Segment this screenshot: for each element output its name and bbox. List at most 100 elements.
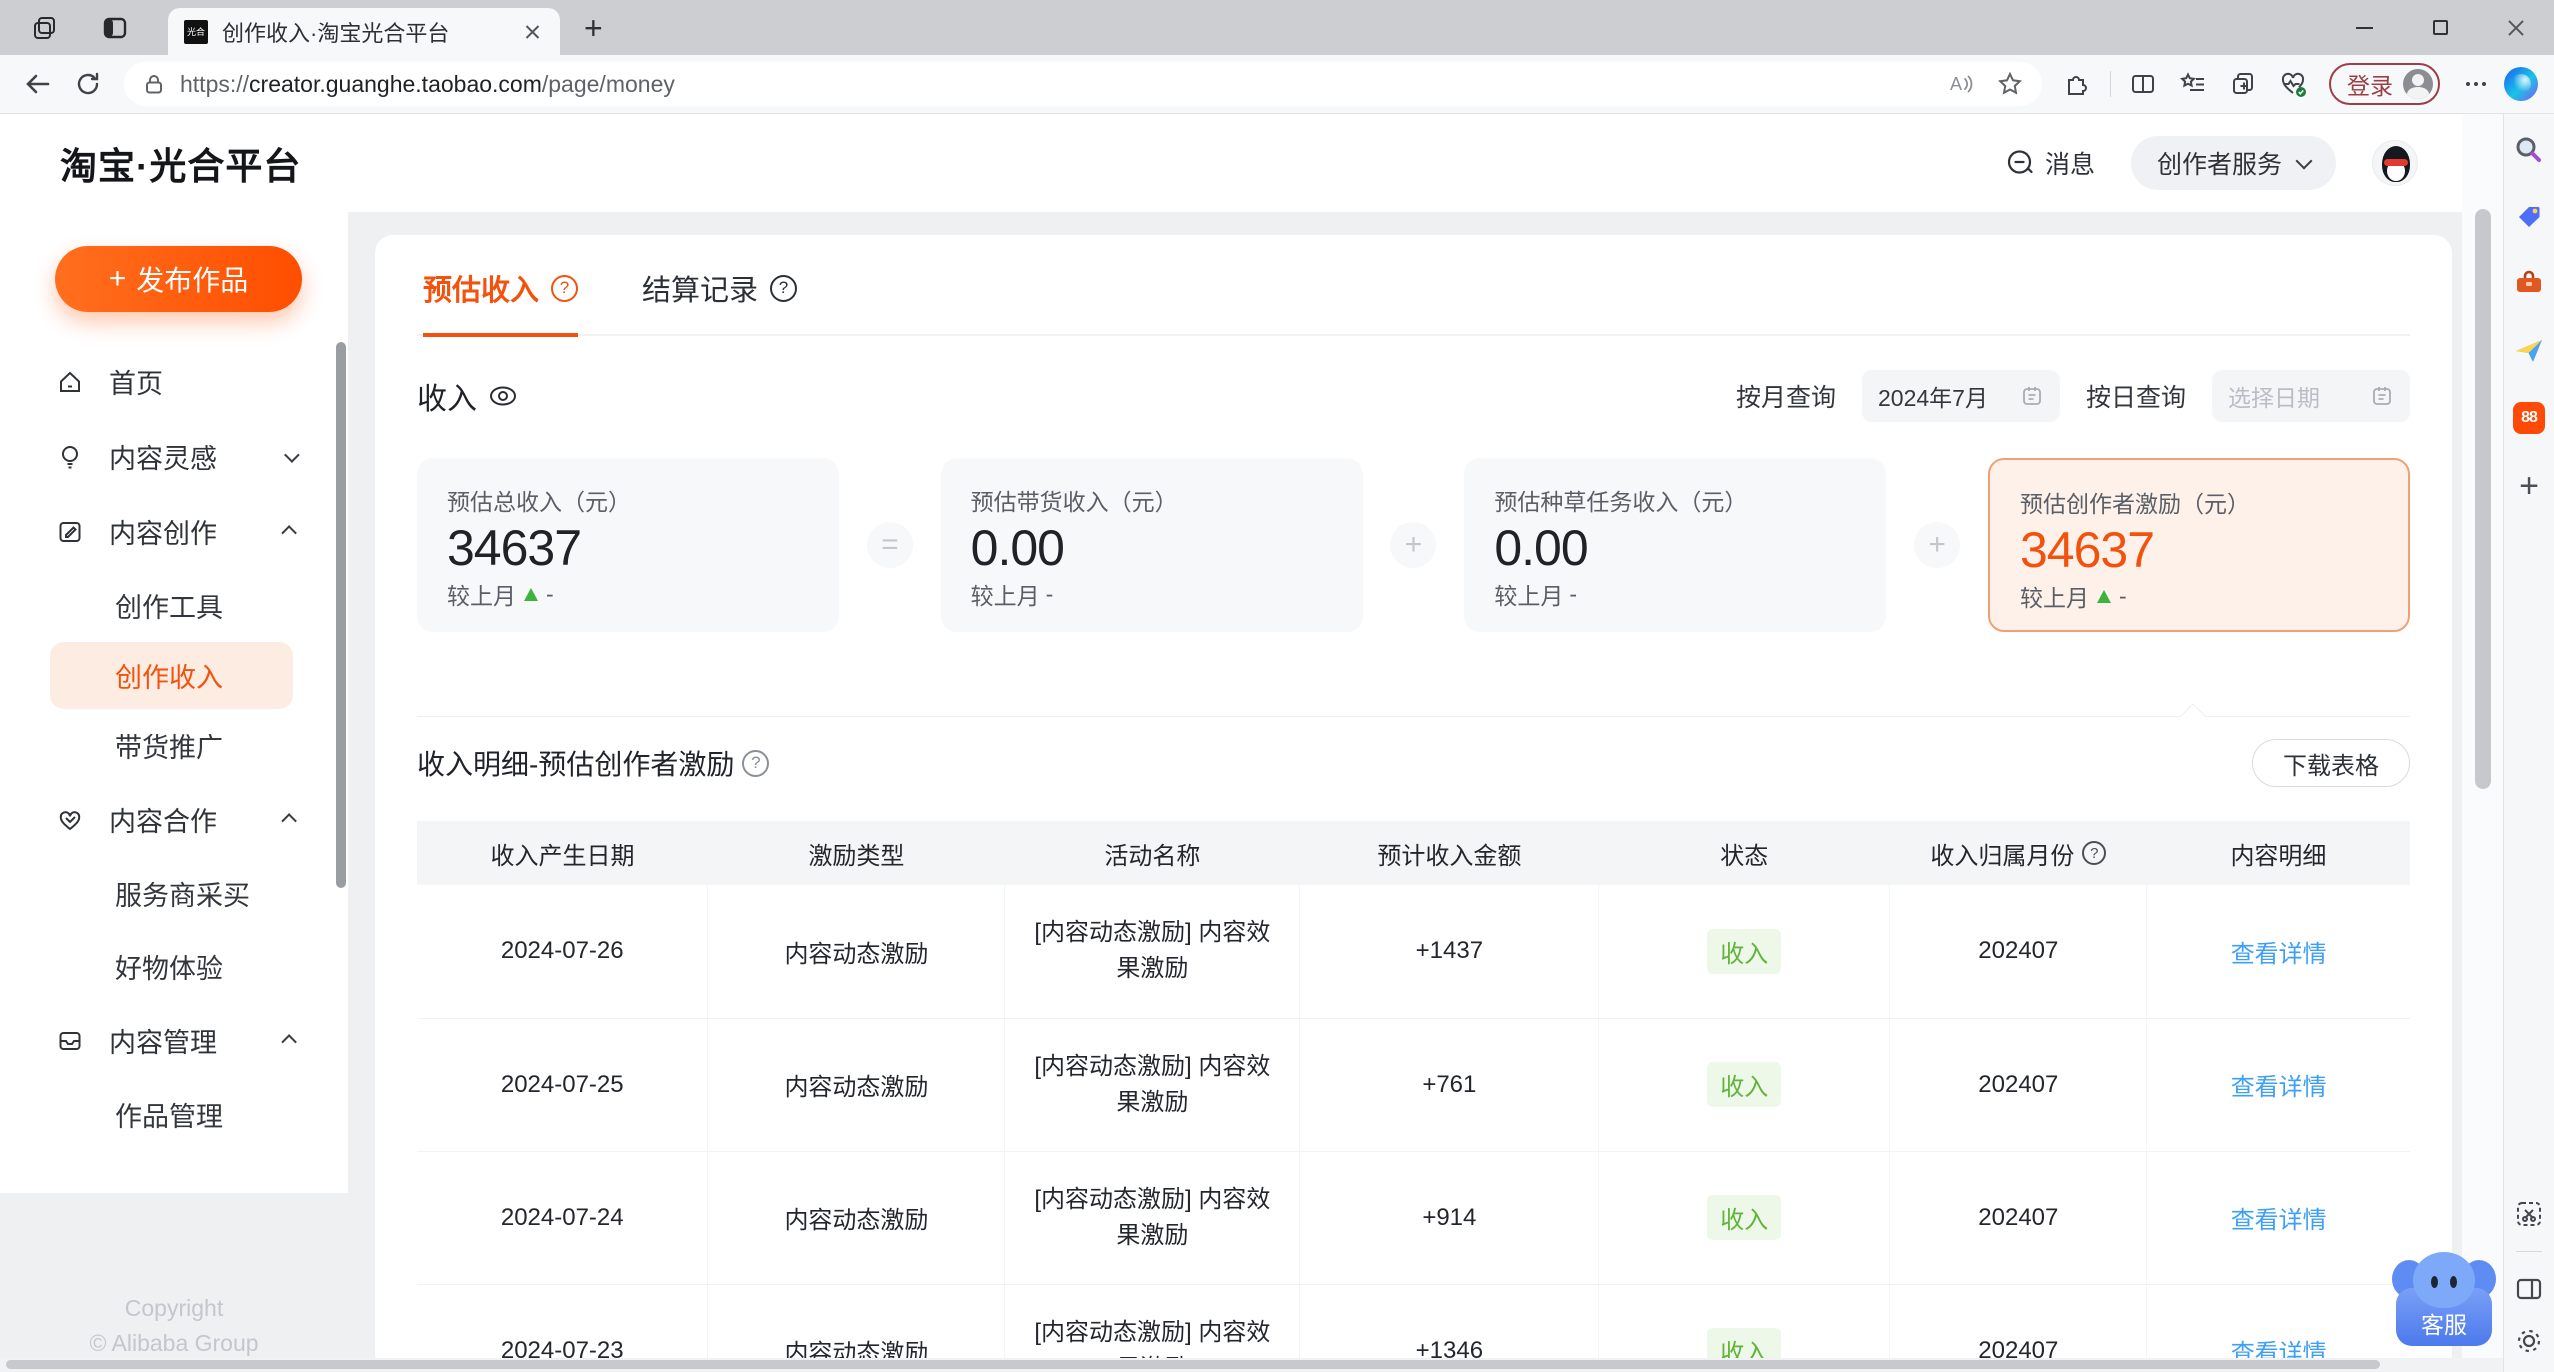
sidebar-item-works-management[interactable]: 作品管理 bbox=[0, 1078, 348, 1151]
stat-card-total-income[interactable]: 预估总收入（元） 34637 较上月 - bbox=[417, 458, 839, 632]
view-details-link[interactable]: 查看详情 bbox=[2231, 1074, 2327, 1101]
page-scrollbar-thumb[interactable] bbox=[2475, 209, 2491, 789]
profile-avatar-icon bbox=[2403, 69, 2433, 99]
search-icon[interactable] bbox=[2513, 134, 2545, 166]
stat-cards: 预估总收入（元） 34637 较上月 - = 预估带货收入（元） 0.00 较上月… bbox=[417, 458, 2410, 632]
sidebar-item-creation-income[interactable]: 创作收入 bbox=[50, 642, 293, 709]
stat-card-creator-incentive[interactable]: 预估创作者激励（元） 34637 较上月 - bbox=[1987, 458, 2410, 632]
plus-operator: + bbox=[1914, 522, 1961, 568]
sidebar-item-goods-promotion[interactable]: 带货推广 bbox=[0, 709, 348, 782]
workspaces-icon[interactable] bbox=[32, 15, 58, 41]
back-icon[interactable] bbox=[16, 62, 60, 106]
day-query-label: 按日查询 bbox=[2085, 384, 2186, 412]
sidebar-scrollbar[interactable] bbox=[336, 342, 346, 888]
more-menu-icon[interactable] bbox=[2454, 62, 2498, 106]
horizontal-scrollbar-thumb[interactable] bbox=[6, 1360, 2380, 1369]
help-icon[interactable]: ? bbox=[551, 274, 579, 302]
browser-login-button[interactable]: 登录 bbox=[2329, 63, 2440, 105]
home-icon bbox=[55, 367, 85, 397]
shopping-tag-icon[interactable] bbox=[2513, 201, 2545, 233]
sidebar-item-creation-tools[interactable]: 创作工具 bbox=[0, 569, 348, 642]
window-minimize-button[interactable] bbox=[2326, 0, 2402, 55]
help-icon[interactable]: ? bbox=[770, 274, 798, 302]
plus-operator: + bbox=[1390, 522, 1437, 568]
split-panel-icon[interactable] bbox=[2514, 1274, 2544, 1304]
kuaishou-icon[interactable]: 88 bbox=[2513, 402, 2545, 434]
sidebar-item-inspiration[interactable]: 内容灵感 bbox=[0, 419, 348, 494]
sidebar: + 发布作品 首页 内容灵感 内容创作 创作工具 创作收入 带货推广 内容合作 … bbox=[0, 212, 348, 1372]
income-section-title: 收入 bbox=[417, 374, 519, 418]
status-badge: 收入 bbox=[1707, 1062, 1782, 1107]
month-query-label: 按月查询 bbox=[1735, 384, 1836, 412]
publish-work-button[interactable]: + 发布作品 bbox=[55, 246, 302, 312]
horizontal-scrollbar-track[interactable] bbox=[0, 1358, 2503, 1372]
month-picker-input[interactable]: 2024年7月 bbox=[1861, 370, 2060, 422]
download-table-button[interactable]: 下载表格 bbox=[2252, 739, 2410, 787]
toolbox-icon[interactable] bbox=[2513, 268, 2545, 300]
help-icon[interactable]: ? bbox=[742, 749, 770, 777]
sidebar-item-product-trial[interactable]: 好物体验 bbox=[0, 930, 348, 1003]
address-bar[interactable]: https://creator.guanghe.taobao.com/page/… bbox=[124, 62, 2042, 106]
sidebar-item-service-purchase[interactable]: 服务商采买 bbox=[0, 857, 348, 930]
col-date: 收入产生日期 bbox=[417, 821, 708, 885]
favorites-list-icon[interactable] bbox=[2171, 62, 2215, 106]
read-aloud-icon[interactable]: A bbox=[1938, 62, 1982, 106]
browser-toolbar: https://creator.guanghe.taobao.com/page/… bbox=[0, 55, 2554, 114]
stat-card-goods-income[interactable]: 预估带货收入（元） 0.00 较上月 - bbox=[940, 458, 1363, 632]
col-income-month: 收入归属月份? bbox=[1889, 821, 2147, 885]
tab-actions-icon[interactable] bbox=[102, 15, 128, 41]
settings-gear-icon[interactable] bbox=[2514, 1326, 2544, 1356]
browser-window: 光合 创作收入·淘宝光合平台 + https://creator.guanghe… bbox=[0, 0, 2554, 1372]
window-maximize-button[interactable] bbox=[2402, 0, 2478, 55]
eye-icon[interactable] bbox=[487, 384, 519, 408]
page-body: + 发布作品 首页 内容灵感 内容创作 创作工具 创作收入 带货推广 内容合作 … bbox=[0, 212, 2462, 1372]
messages-label: 消息 bbox=[2044, 151, 2095, 179]
page-scrollbar-track[interactable] bbox=[2462, 114, 2503, 1358]
tab-estimated-income[interactable]: 预估收入 ? bbox=[423, 267, 579, 337]
section-divider bbox=[417, 703, 2410, 729]
chevron-down-icon bbox=[2295, 152, 2313, 169]
favorite-star-icon[interactable] bbox=[1988, 62, 2032, 106]
new-tab-button[interactable]: + bbox=[584, 12, 603, 44]
tab-settlement-record[interactable]: 结算记录 ? bbox=[642, 267, 798, 337]
screenshot-icon[interactable] bbox=[2514, 1199, 2544, 1229]
collections-icon[interactable] bbox=[2221, 62, 2265, 106]
income-detail-table: 收入产生日期 激励类型 活动名称 预计收入金额 状态 收入归属月份? 内容明细 … bbox=[417, 821, 2410, 1372]
add-icon[interactable]: + bbox=[2519, 469, 2539, 503]
chevron-up-icon bbox=[281, 1034, 297, 1050]
equals-operator: = bbox=[866, 522, 913, 568]
active-browser-tab[interactable]: 光合 创作收入·淘宝光合平台 bbox=[168, 8, 560, 55]
user-avatar[interactable] bbox=[2372, 140, 2418, 186]
sidebar-item-creation[interactable]: 内容创作 bbox=[0, 494, 348, 569]
creator-service-label: 创作者服务 bbox=[2156, 151, 2282, 179]
site-logo[interactable]: 淘宝·光合平台 bbox=[60, 136, 301, 190]
edge-sidebar: 88 + bbox=[2503, 114, 2554, 1372]
view-details-link[interactable]: 查看详情 bbox=[2231, 941, 2327, 968]
publish-work-label: 发布作品 bbox=[136, 265, 249, 296]
tab-close-icon[interactable] bbox=[522, 21, 544, 43]
browser-essentials-icon[interactable] bbox=[2271, 62, 2315, 106]
income-panel: 预估收入 ? 结算记录 ? 收入 按月查询 2024年7月 按日查询 选择日期 … bbox=[375, 235, 2452, 1372]
customer-service-widget[interactable]: 客服 bbox=[2392, 1252, 2496, 1346]
divider bbox=[2516, 1251, 2542, 1252]
refresh-icon[interactable] bbox=[66, 62, 110, 106]
day-picker-input[interactable]: 选择日期 bbox=[2212, 370, 2410, 422]
creator-service-menu[interactable]: 创作者服务 bbox=[2130, 136, 2336, 190]
chevron-up-icon bbox=[281, 525, 297, 541]
copilot-icon[interactable] bbox=[2504, 67, 2538, 101]
help-icon[interactable]: ? bbox=[2082, 841, 2107, 865]
view-details-link[interactable]: 查看详情 bbox=[2231, 1207, 2327, 1234]
window-close-button[interactable] bbox=[2478, 0, 2554, 55]
table-row: 2024-07-26 内容动态激励 [内容动态激励] 内容效果激励 +1437 … bbox=[417, 885, 2410, 1019]
sidebar-item-cooperation[interactable]: 内容合作 bbox=[0, 782, 348, 857]
stat-card-seeding-task-income[interactable]: 预估种草任务收入（元） 0.00 较上月 - bbox=[1464, 458, 1887, 632]
url-text[interactable]: https://creator.guanghe.taobao.com/page/… bbox=[180, 71, 1924, 98]
messages-button[interactable]: 消息 bbox=[2005, 145, 2095, 181]
paper-plane-icon[interactable] bbox=[2513, 335, 2545, 367]
sidebar-item-home[interactable]: 首页 bbox=[0, 344, 348, 419]
split-screen-icon[interactable] bbox=[2121, 62, 2165, 106]
extensions-icon[interactable] bbox=[2056, 62, 2100, 106]
table-row: 2024-07-25 内容动态激励 [内容动态激励] 内容效果激励 +761 收… bbox=[417, 1018, 2410, 1152]
table-row: 2024-07-24 内容动态激励 [内容动态激励] 内容效果激励 +914 收… bbox=[417, 1151, 2410, 1285]
sidebar-item-management[interactable]: 内容管理 bbox=[0, 1003, 348, 1078]
